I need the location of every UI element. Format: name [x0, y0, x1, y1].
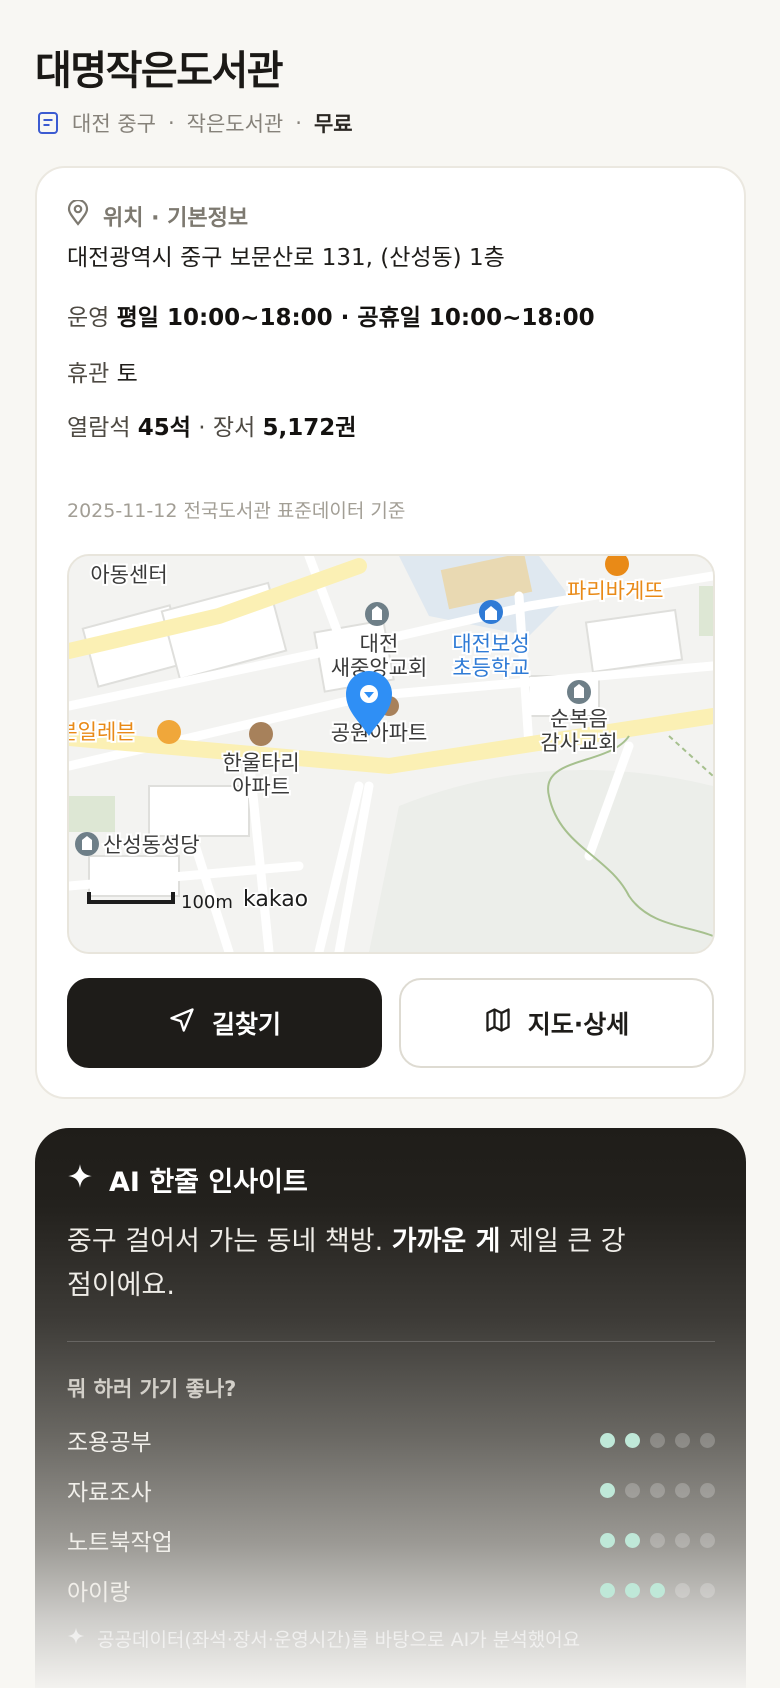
map-label-church-b: 순복음 — [550, 707, 608, 731]
hours-label: 운영 — [67, 305, 110, 331]
score-dot-filled — [600, 1532, 615, 1548]
activity-label: 자료조사 — [67, 1480, 152, 1506]
seats-value: 45석 — [137, 415, 191, 441]
map-label-cathedral: 산성동성당 — [103, 833, 200, 857]
map-label-store: 세븐일레븐 — [69, 720, 136, 744]
church-icon — [567, 680, 591, 704]
capacity-separator: · — [198, 415, 206, 441]
apartment-icon — [249, 722, 273, 746]
document-icon — [36, 111, 60, 135]
page-title: 대명작은도서관 — [35, 48, 284, 94]
score-dot-filled — [625, 1532, 640, 1548]
activity-score-row: 자료조사 — [67, 1474, 715, 1506]
map-detail-button[interactable]: 지도·상세 — [399, 978, 714, 1068]
map-label-apartment-a: 아파트 — [232, 775, 290, 799]
hours-row: 운영 평일 10:00~18:00 · 공휴일 10:00~18:00 — [67, 298, 595, 332]
score-dot-empty — [625, 1482, 640, 1498]
directions-label: 길찾기 — [211, 1010, 281, 1039]
hours-value: 평일 10:00~18:00 · 공휴일 10:00~18:00 — [116, 305, 595, 331]
map-label-apartment-a: 한울타리 — [222, 751, 299, 775]
activity-score-row: 조용공부 — [67, 1424, 715, 1456]
library-region: 대전 중구 — [72, 112, 156, 136]
activity-label: 노트북작업 — [67, 1530, 173, 1556]
score-dot-empty — [700, 1582, 715, 1598]
score-dot-empty — [675, 1432, 690, 1448]
address: 대전광역시 중구 보문산로 131, (산성동) 1층 — [67, 245, 505, 271]
convenience-store-icon — [157, 720, 181, 744]
map-scale-label: 100m — [181, 892, 233, 913]
score-dot-empty — [700, 1432, 715, 1448]
activity-score-row: 노트북작업 — [67, 1524, 715, 1556]
books-label: 장서 — [212, 415, 256, 441]
meta-separator: · — [295, 111, 302, 135]
section-title: 위치 · 기본정보 — [103, 206, 249, 231]
closed-label: 휴관 — [67, 361, 110, 387]
score-dots — [600, 1582, 715, 1598]
map-label-school: 대전보성 — [452, 632, 529, 656]
map-icon — [484, 1006, 512, 1040]
library-meta: 대전 중구 · 작은도서관 · 무료 — [36, 108, 353, 138]
score-dots — [600, 1532, 715, 1548]
score-dot-filled — [600, 1432, 615, 1448]
section-header: 위치 · 기본정보 — [67, 198, 249, 232]
closed-row: 휴관 토 — [67, 354, 138, 388]
score-dot-empty — [675, 1532, 690, 1548]
score-dot-filled — [600, 1582, 615, 1598]
score-dot-filled — [650, 1582, 665, 1598]
books-value: 5,172권 — [262, 415, 357, 441]
map-label-church-a: 대전 — [360, 632, 399, 656]
score-dot-empty — [675, 1582, 690, 1598]
map-label-church-b: 감사교회 — [540, 731, 617, 755]
score-dot-empty — [700, 1482, 715, 1498]
ai-footnote: 공공데이터(좌석·장서·운영시간)를 바탕으로 AI가 분석했어요 — [67, 1625, 580, 1652]
directions-button[interactable]: 길찾기 — [67, 978, 382, 1068]
map-label-bakery: 파리바게뜨 — [567, 579, 664, 603]
score-dots — [600, 1432, 715, 1448]
map-view[interactable]: 아동센터 대전 새중앙교회 대전보성 초등학교 순복음 감사교회 한울타리 아파… — [67, 554, 715, 954]
activity-score-row: 아이랑 — [67, 1574, 715, 1606]
ai-insight-text: 중구 걸어서 가는 동네 책방. 가까운 게 제일 큰 강점이에요. — [67, 1226, 626, 1301]
ai-insight-header: AI 한줄 인사이트 — [67, 1160, 308, 1199]
fee-badge: 무료 — [313, 112, 353, 136]
score-dots — [600, 1482, 715, 1498]
sparkle-icon — [67, 1627, 85, 1650]
map-detail-label: 지도·상세 — [527, 1010, 630, 1039]
map-label-center: 아동센터 — [90, 563, 167, 587]
closed-value: 토 — [116, 361, 138, 387]
library-type: 작은도서관 — [186, 112, 284, 136]
map-label-apartment-b: 공원아파트 — [331, 721, 428, 745]
score-dot-empty — [650, 1432, 665, 1448]
church-icon — [365, 602, 389, 626]
info-card: 위치 · 기본정보 대전광역시 중구 보문산로 131, (산성동) 1층 운영… — [35, 166, 746, 1099]
data-source-note: 2025-11-12 전국도서관 표준데이터 기준 — [67, 500, 406, 522]
score-dot-filled — [625, 1432, 640, 1448]
score-dot-empty — [675, 1482, 690, 1498]
divider — [67, 1341, 715, 1342]
ai-insight-card: AI 한줄 인사이트 중구 걸어서 가는 동네 책방. 가까운 게 제일 큰 강… — [35, 1128, 746, 1688]
activity-label: 아이랑 — [67, 1580, 131, 1606]
score-dot-empty — [650, 1482, 665, 1498]
sparkle-icon — [67, 1163, 93, 1196]
ai-insight-title: AI 한줄 인사이트 — [109, 1167, 308, 1198]
score-dot-empty — [650, 1532, 665, 1548]
map-brand-logo: kakao — [243, 887, 308, 912]
score-dot-filled — [625, 1582, 640, 1598]
meta-separator: · — [167, 111, 175, 135]
capacity-row: 열람석 45석 · 장서 5,172권 — [67, 408, 356, 442]
seats-label: 열람석 — [67, 415, 131, 441]
location-pin-icon — [67, 198, 89, 232]
navigation-arrow-icon — [168, 1006, 196, 1040]
church-icon — [75, 832, 99, 856]
activity-question: 뭐 하러 가기 좋나? — [67, 1377, 237, 1401]
ai-footnote-text: 공공데이터(좌석·장서·운영시간)를 바탕으로 AI가 분석했어요 — [97, 1629, 581, 1651]
score-dot-filled — [600, 1482, 615, 1498]
activity-label: 조용공부 — [67, 1430, 152, 1456]
map-label-school: 초등학교 — [452, 656, 529, 680]
school-icon — [479, 600, 503, 624]
score-dot-empty — [700, 1532, 715, 1548]
